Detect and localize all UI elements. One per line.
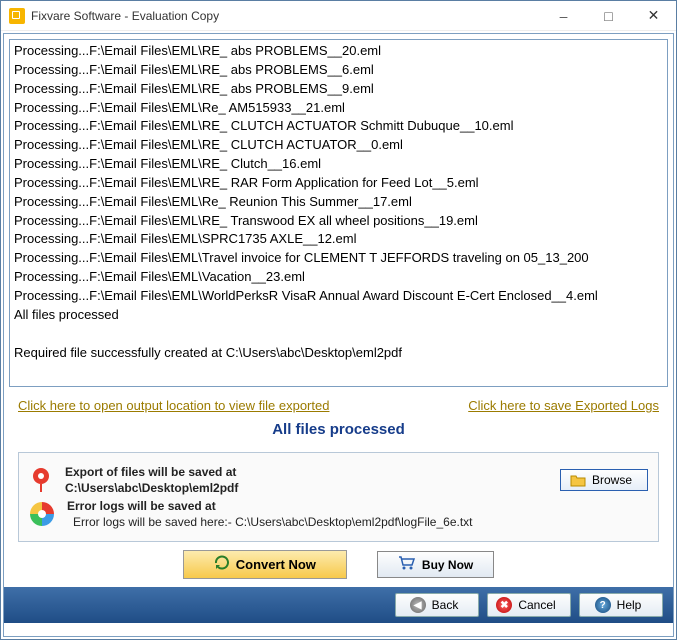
action-bar: Convert Now Buy Now: [4, 546, 673, 587]
body: Processing...F:\Email Files\EML\RE_ abs …: [3, 33, 674, 637]
titlebar: Fixvare Software - Evaluation Copy – □ ✕: [1, 1, 676, 31]
convert-icon: [214, 555, 230, 574]
save-logs-link[interactable]: Click here to save Exported Logs: [468, 398, 659, 413]
log-line: Processing...F:\Email Files\EML\RE_ abs …: [14, 42, 663, 61]
errorlog-label: Error logs will be saved at: [67, 499, 648, 513]
status-message: All files processed: [4, 415, 673, 448]
wheel-icon: [29, 501, 55, 527]
footer: ◀ Back ✖ Cancel ? Help: [4, 587, 673, 623]
window-title: Fixvare Software - Evaluation Copy: [31, 9, 541, 23]
pin-icon: [29, 466, 53, 494]
back-icon: ◀: [410, 597, 426, 613]
cancel-icon: ✖: [496, 597, 512, 613]
browse-label: Browse: [592, 473, 632, 487]
log-line: Processing...F:\Email Files\EML\RE_ RAR …: [14, 174, 663, 193]
errorlog-row: Error logs will be saved at Error logs w…: [29, 499, 648, 529]
export-label: Export of files will be saved at: [65, 465, 548, 479]
folder-icon: [570, 473, 586, 487]
log-line: Required file successfully created at C:…: [14, 344, 663, 363]
maximize-button[interactable]: □: [586, 1, 631, 30]
close-button[interactable]: ✕: [631, 1, 676, 30]
log-line: Processing...F:\Email Files\EML\SPRC1735…: [14, 230, 663, 249]
log-line: Processing...F:\Email Files\EML\RE_ Clut…: [14, 155, 663, 174]
window-controls: – □ ✕: [541, 1, 676, 30]
back-label: Back: [432, 598, 459, 612]
log-line: Processing...F:\Email Files\EML\RE_ Tran…: [14, 212, 663, 231]
log-line: Processing...F:\Email Files\EML\RE_ CLUT…: [14, 136, 663, 155]
log-line: Processing...F:\Email Files\EML\WorldPer…: [14, 287, 663, 306]
links-row: Click here to open output location to vi…: [4, 392, 673, 415]
errorlog-path: Error logs will be saved here:- C:\Users…: [67, 515, 648, 529]
export-path: C:\Users\abc\Desktop\eml2pdf: [65, 481, 548, 495]
export-text: Export of files will be saved at C:\User…: [65, 465, 548, 495]
cancel-button[interactable]: ✖ Cancel: [487, 593, 571, 617]
help-icon: ?: [595, 597, 611, 613]
log-line: Processing...F:\Email Files\EML\Vacation…: [14, 268, 663, 287]
convert-label: Convert Now: [236, 557, 316, 572]
minimize-button[interactable]: –: [541, 1, 586, 30]
buy-button[interactable]: Buy Now: [377, 551, 494, 578]
log-line: Processing...F:\Email Files\EML\RE_ abs …: [14, 61, 663, 80]
open-output-link[interactable]: Click here to open output location to vi…: [18, 398, 329, 413]
help-button[interactable]: ? Help: [579, 593, 663, 617]
cart-icon: [398, 556, 416, 573]
log-line: Processing...F:\Email Files\EML\Travel i…: [14, 249, 663, 268]
export-row: Export of files will be saved at C:\User…: [29, 465, 648, 495]
log-line: Processing...F:\Email Files\EML\Re_ Reun…: [14, 193, 663, 212]
app-icon: [9, 8, 25, 24]
convert-button[interactable]: Convert Now: [183, 550, 347, 579]
browse-button[interactable]: Browse: [560, 469, 648, 491]
app-window: Fixvare Software - Evaluation Copy – □ ✕…: [0, 0, 677, 640]
log-line: Processing...F:\Email Files\EML\RE_ abs …: [14, 80, 663, 99]
log-panel[interactable]: Processing...F:\Email Files\EML\RE_ abs …: [9, 39, 668, 387]
settings-panel: Export of files will be saved at C:\User…: [18, 452, 659, 542]
log-line: Processing...F:\Email Files\EML\Re_ AM51…: [14, 99, 663, 118]
cancel-label: Cancel: [518, 598, 555, 612]
log-line: Processing...F:\Email Files\EML\RE_ CLUT…: [14, 117, 663, 136]
log-line: All files processed: [14, 306, 663, 325]
back-button[interactable]: ◀ Back: [395, 593, 479, 617]
errorlog-text: Error logs will be saved at Error logs w…: [67, 499, 648, 529]
help-label: Help: [617, 598, 642, 612]
log-line: [14, 325, 663, 344]
buy-label: Buy Now: [422, 558, 473, 572]
